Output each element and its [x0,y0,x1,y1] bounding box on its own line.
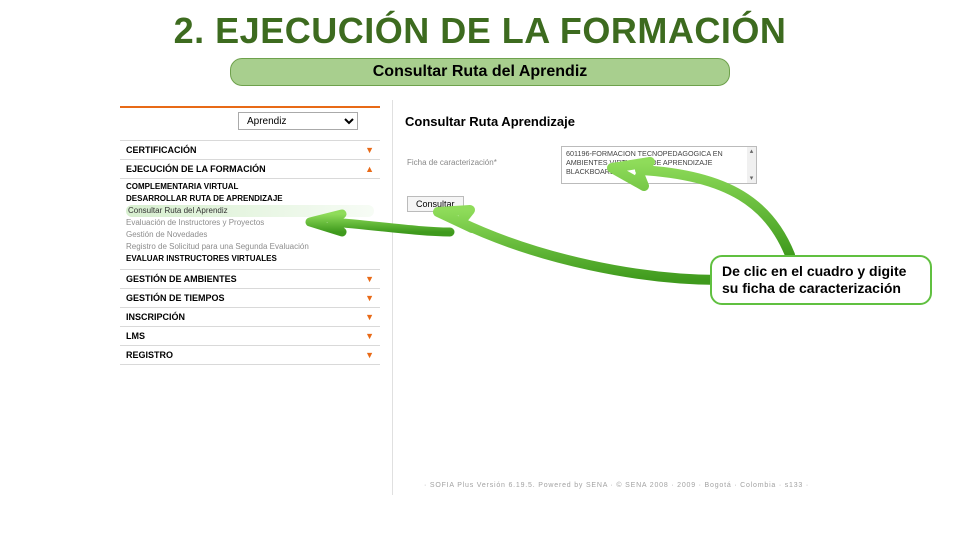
chevron-down-icon: ▼ [365,293,374,303]
scroll-down-icon[interactable]: ▾ [747,174,756,183]
ficha-label: Ficha de caracterización* [407,158,497,167]
slide-title: 2. EJECUCIÓN DE LA FORMACIÓN [0,0,960,58]
nav-label: LMS [126,331,145,341]
nav-label: REGISTRO [126,350,173,360]
nav-subitem[interactable]: Registro de Solicitud para una Segunda E… [126,241,374,253]
nav-subitem-consultar-ruta[interactable]: Consultar Ruta del Aprendiz [126,205,374,217]
chevron-down-icon: ▼ [365,350,374,360]
subtitle-pill: Consultar Ruta del Aprendiz [230,58,730,86]
ficha-scrollbar[interactable]: ▴ ▾ [747,146,757,184]
nav-subheader: DESARROLLAR RUTA DE APRENDIZAJE [126,193,374,205]
nav-item-gestion-tiempos[interactable]: GESTIÓN DE TIEMPOS ▼ [120,289,380,308]
chevron-down-icon: ▼ [365,312,374,322]
nav-label: GESTIÓN DE TIEMPOS [126,293,225,303]
nav-item-registro[interactable]: REGISTRO ▼ [120,346,380,365]
nav-subitem[interactable]: Gestión de Novedades [126,229,374,241]
role-select[interactable]: Aprendiz [238,112,358,130]
chevron-down-icon: ▼ [365,145,374,155]
chevron-down-icon: ▼ [365,331,374,341]
scroll-up-icon[interactable]: ▴ [747,147,756,156]
panel-title: Consultar Ruta Aprendizaje [393,100,840,129]
nav-label: GESTIÓN DE AMBIENTES [126,274,237,284]
nav-item-ejecucion[interactable]: EJECUCIÓN DE LA FORMACIÓN ▲ [120,160,380,179]
footer-text: · SOFIA Plus Versión 6.19.5. Powered by … [393,482,840,489]
nav-label: CERTIFICACIÓN [126,145,197,155]
nav-item-lms[interactable]: LMS ▼ [120,327,380,346]
nav-subheader: EVALUAR INSTRUCTORES VIRTUALES [126,253,374,265]
orange-divider [120,106,380,108]
consultar-button[interactable]: Consultar [407,196,464,212]
chevron-up-icon: ▲ [365,164,374,174]
left-nav: CERTIFICACIÓN ▼ EJECUCIÓN DE LA FORMACIÓ… [120,140,380,365]
nav-item-certificacion[interactable]: CERTIFICACIÓN ▼ [120,140,380,160]
chevron-down-icon: ▼ [365,274,374,284]
instruction-callout: De clic en el cuadro y digite su ficha d… [710,255,932,305]
nav-subitem[interactable]: Evaluación de Instructores y Proyectos [126,217,374,229]
nav-subheader: COMPLEMENTARIA VIRTUAL [126,181,374,193]
ficha-listbox[interactable]: 601196-FORMACION TECNOPEDAGOGICA EN AMBI… [561,146,751,184]
nav-item-gestion-ambientes[interactable]: GESTIÓN DE AMBIENTES ▼ [120,270,380,289]
nav-item-inscripcion[interactable]: INSCRIPCIÓN ▼ [120,308,380,327]
nav-label: INSCRIPCIÓN [126,312,185,322]
nav-label: EJECUCIÓN DE LA FORMACIÓN [126,164,266,174]
nav-sublist: COMPLEMENTARIA VIRTUAL DESARROLLAR RUTA … [120,179,380,270]
